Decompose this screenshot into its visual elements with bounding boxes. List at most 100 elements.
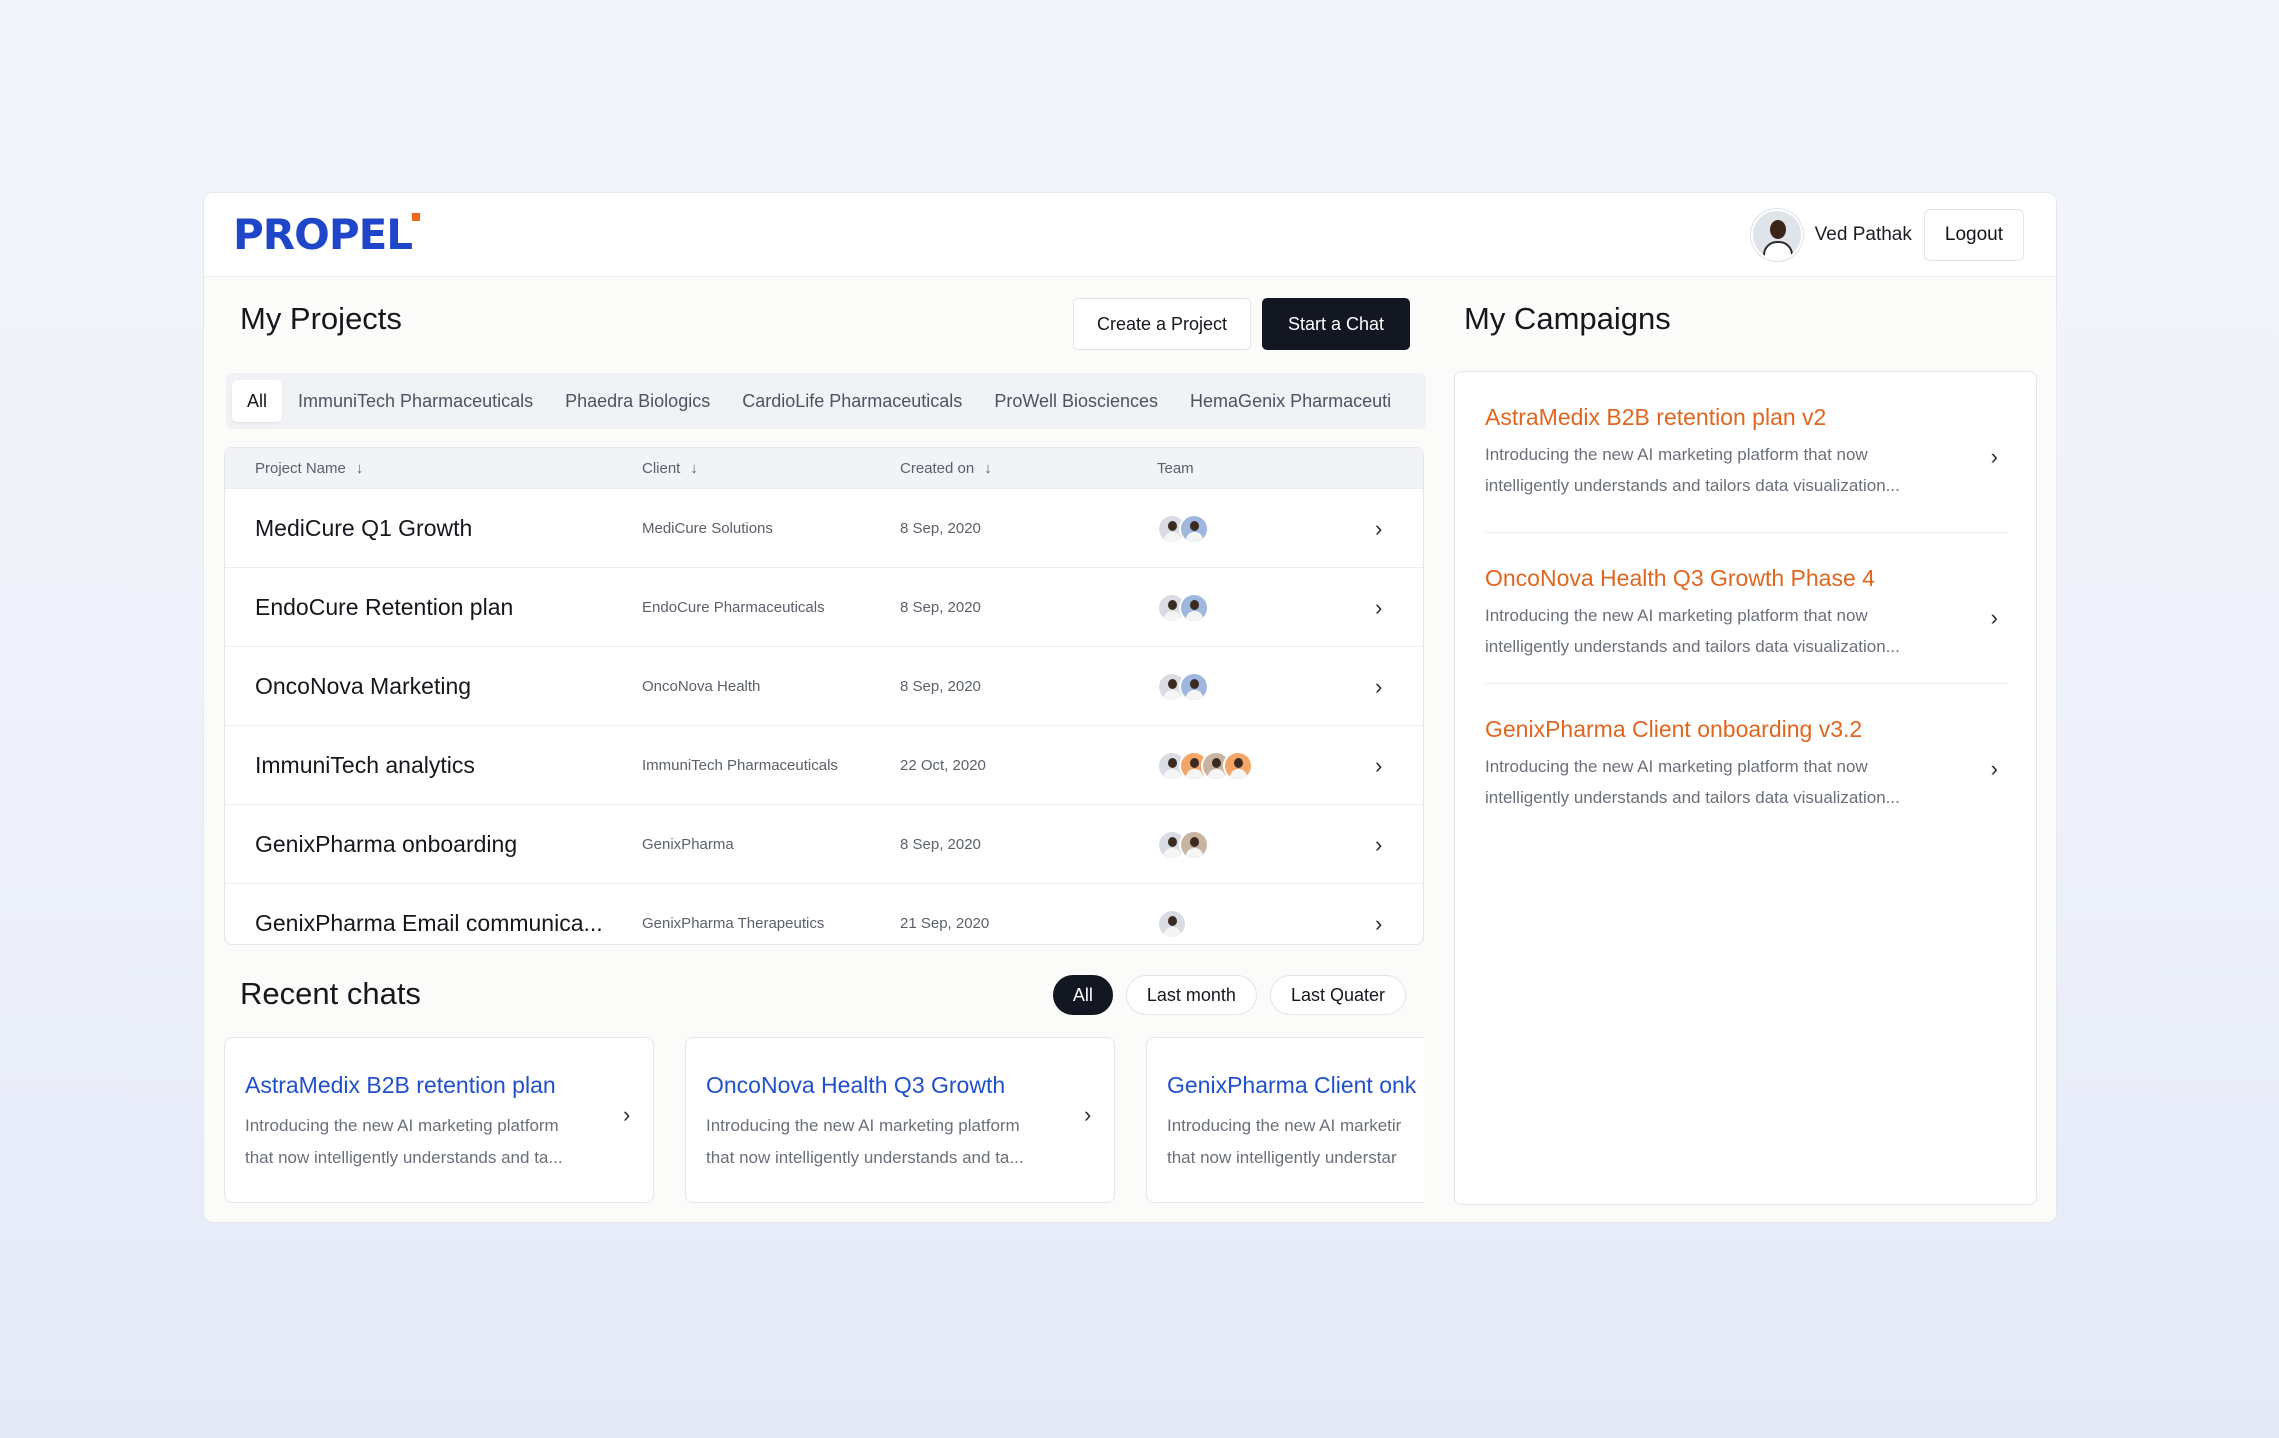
filter-tab-all[interactable]: All bbox=[232, 380, 283, 422]
table-row[interactable]: OncoNova Marketing OncoNova Health 8 Sep… bbox=[225, 646, 1423, 725]
projects-table: Project Name ↓ Client ↓ Created on ↓ Tea… bbox=[224, 447, 1424, 945]
filter-tab-prowell[interactable]: ProWell Biosciences bbox=[978, 380, 1174, 422]
project-date: 21 Sep, 2020 bbox=[900, 915, 990, 932]
campaign-desc-line: Introducing the new AI marketing platfor… bbox=[1485, 757, 1868, 776]
chat-desc-line: Introducing the new AI marketir bbox=[1167, 1116, 1402, 1135]
project-name: GenixPharma onboarding bbox=[255, 831, 518, 857]
chevron-right-icon[interactable]: › bbox=[1375, 568, 1382, 647]
column-client-label: Client bbox=[642, 459, 681, 477]
table-row[interactable]: GenixPharma onboarding GenixPharma 8 Sep… bbox=[225, 804, 1423, 883]
chevron-right-icon[interactable]: › bbox=[1991, 444, 1998, 470]
chat-desc-line: that now intelligently understar bbox=[1167, 1148, 1397, 1167]
chat-desc-line: Introducing the new AI marketing platfor… bbox=[706, 1116, 1020, 1135]
chevron-right-icon[interactable]: › bbox=[1375, 726, 1382, 805]
chat-card[interactable]: GenixPharma Client onk Introducing the n… bbox=[1146, 1037, 1424, 1203]
client-filter-tabs: All ImmuniTech Pharmaceuticals Phaedra B… bbox=[226, 373, 1426, 429]
campaigns-panel: AstraMedix B2B retention plan v2 Introdu… bbox=[1454, 371, 2037, 1205]
recent-chats-list: AstraMedix B2B retention plan Introducin… bbox=[224, 1037, 1424, 1205]
avatar bbox=[1223, 750, 1253, 781]
project-client: EndoCure Pharmaceuticals bbox=[642, 599, 825, 616]
chat-title: OncoNova Health Q3 Growth bbox=[706, 1072, 1006, 1098]
campaign-item[interactable]: AstraMedix B2B retention plan v2 Introdu… bbox=[1485, 404, 2008, 501]
project-date: 8 Sep, 2020 bbox=[900, 599, 981, 616]
campaign-item[interactable]: OncoNova Health Q3 Growth Phase 4 Introd… bbox=[1485, 565, 2008, 662]
campaign-description: Introducing the new AI marketing platfor… bbox=[1485, 751, 1965, 813]
chevron-right-icon[interactable]: › bbox=[1375, 489, 1382, 568]
my-campaigns-title: My Campaigns bbox=[1464, 301, 1671, 336]
divider bbox=[1485, 532, 2008, 533]
column-project-name[interactable]: Project Name ↓ bbox=[255, 448, 363, 488]
project-client: MediCure Solutions bbox=[642, 520, 773, 537]
table-header: Project Name ↓ Client ↓ Created on ↓ Tea… bbox=[225, 448, 1423, 488]
team-avatars bbox=[1157, 647, 1209, 726]
project-date: 8 Sep, 2020 bbox=[900, 836, 981, 853]
chevron-right-icon[interactable]: › bbox=[1375, 647, 1382, 726]
project-client: ImmuniTech Pharmaceuticals bbox=[642, 757, 838, 774]
logo-text: PROPEL bbox=[233, 210, 413, 259]
avatar bbox=[1157, 908, 1187, 939]
project-date: 8 Sep, 2020 bbox=[900, 678, 981, 695]
project-name: OncoNova Marketing bbox=[255, 673, 472, 699]
campaign-description: Introducing the new AI marketing platfor… bbox=[1485, 600, 1965, 662]
chat-desc-line: Introducing the new AI marketing platfor… bbox=[245, 1116, 559, 1135]
arrow-down-icon: ↓ bbox=[690, 459, 698, 477]
user-avatar[interactable] bbox=[1750, 209, 1803, 261]
column-team-label: Team bbox=[1157, 459, 1194, 477]
campaign-item[interactable]: GenixPharma Client onboarding v3.2 Intro… bbox=[1485, 716, 2008, 813]
team-avatars bbox=[1157, 568, 1209, 647]
column-created-on[interactable]: Created on ↓ bbox=[900, 448, 992, 488]
my-projects-title: My Projects bbox=[240, 301, 402, 336]
chevron-right-icon[interactable]: › bbox=[1084, 1102, 1091, 1128]
campaign-desc-line: intelligently understands and tailors da… bbox=[1485, 476, 1900, 495]
chat-desc-line: that now intelligently understands and t… bbox=[706, 1148, 1024, 1167]
chevron-right-icon[interactable]: › bbox=[1375, 884, 1382, 944]
avatar bbox=[1179, 671, 1209, 702]
recent-chats-title: Recent chats bbox=[240, 976, 421, 1011]
campaign-title: GenixPharma Client onboarding v3.2 bbox=[1485, 716, 1863, 742]
campaign-desc-line: intelligently understands and tailors da… bbox=[1485, 637, 1900, 656]
team-avatars bbox=[1157, 489, 1209, 568]
team-avatars bbox=[1157, 805, 1209, 884]
chat-desc-line: that now intelligently understands and t… bbox=[245, 1148, 563, 1167]
campaign-desc-line: intelligently understands and tailors da… bbox=[1485, 788, 1900, 807]
project-client: GenixPharma bbox=[642, 836, 734, 853]
logout-button[interactable]: Logout bbox=[1923, 209, 2024, 261]
chevron-right-icon[interactable]: › bbox=[623, 1102, 630, 1128]
chevron-right-icon[interactable]: › bbox=[1375, 805, 1382, 884]
filter-tab-immunitech[interactable]: ImmuniTech Pharmaceuticals bbox=[282, 380, 549, 422]
project-name: EndoCure Retention plan bbox=[255, 594, 514, 620]
filter-tab-phaedra[interactable]: Phaedra Biologics bbox=[549, 380, 726, 422]
chat-title: AstraMedix B2B retention plan bbox=[245, 1072, 556, 1098]
arrow-down-icon: ↓ bbox=[355, 459, 364, 477]
table-row[interactable]: EndoCure Retention plan EndoCure Pharmac… bbox=[225, 567, 1423, 646]
filter-tab-hemagenix[interactable]: HemaGenix Pharmaceuti bbox=[1174, 380, 1407, 422]
chat-card[interactable]: AstraMedix B2B retention plan Introducin… bbox=[224, 1037, 654, 1203]
project-client: OncoNova Health bbox=[642, 678, 761, 695]
table-row[interactable]: ImmuniTech analytics ImmuniTech Pharmace… bbox=[225, 725, 1423, 804]
create-project-button[interactable]: Create a Project bbox=[1073, 298, 1251, 350]
propel-logo[interactable]: PROPEL bbox=[233, 210, 421, 259]
table-row[interactable]: GenixPharma Email communica... GenixPhar… bbox=[225, 883, 1423, 944]
top-bar: PROPEL Ved Pathak Logout bbox=[204, 193, 2056, 277]
avatar bbox=[1179, 592, 1209, 623]
start-chat-button[interactable]: Start a Chat bbox=[1262, 298, 1410, 350]
chat-card[interactable]: OncoNova Health Q3 Growth Introducing th… bbox=[685, 1037, 1115, 1203]
project-name: MediCure Q1 Growth bbox=[255, 515, 473, 541]
chevron-right-icon[interactable]: › bbox=[1991, 605, 1998, 631]
chat-description: Introducing the new AI marketir that now… bbox=[1167, 1110, 1424, 1174]
chevron-right-icon[interactable]: › bbox=[1991, 756, 1998, 782]
column-team: Team bbox=[1157, 448, 1194, 488]
chat-filter-last-quarter[interactable]: Last Quater bbox=[1269, 975, 1406, 1015]
campaign-desc-line: Introducing the new AI marketing platfor… bbox=[1485, 606, 1868, 625]
filter-tab-cardiolife[interactable]: CardioLife Pharmaceuticals bbox=[726, 380, 978, 422]
table-row[interactable]: MediCure Q1 Growth MediCure Solutions 8 … bbox=[225, 488, 1423, 567]
column-client[interactable]: Client ↓ bbox=[642, 448, 698, 488]
chat-filter-last-month[interactable]: Last month bbox=[1125, 975, 1257, 1015]
arrow-down-icon: ↓ bbox=[984, 459, 992, 477]
chat-filters: All Last month Last Quater bbox=[1052, 975, 1406, 1015]
app-window: PROPEL Ved Pathak Logout My Projects Cre… bbox=[203, 192, 2057, 1223]
logo-accent-dot bbox=[412, 213, 421, 221]
avatar bbox=[1179, 513, 1209, 544]
chat-filter-all[interactable]: All bbox=[1052, 975, 1113, 1015]
campaign-title: AstraMedix B2B retention plan v2 bbox=[1485, 404, 1827, 430]
